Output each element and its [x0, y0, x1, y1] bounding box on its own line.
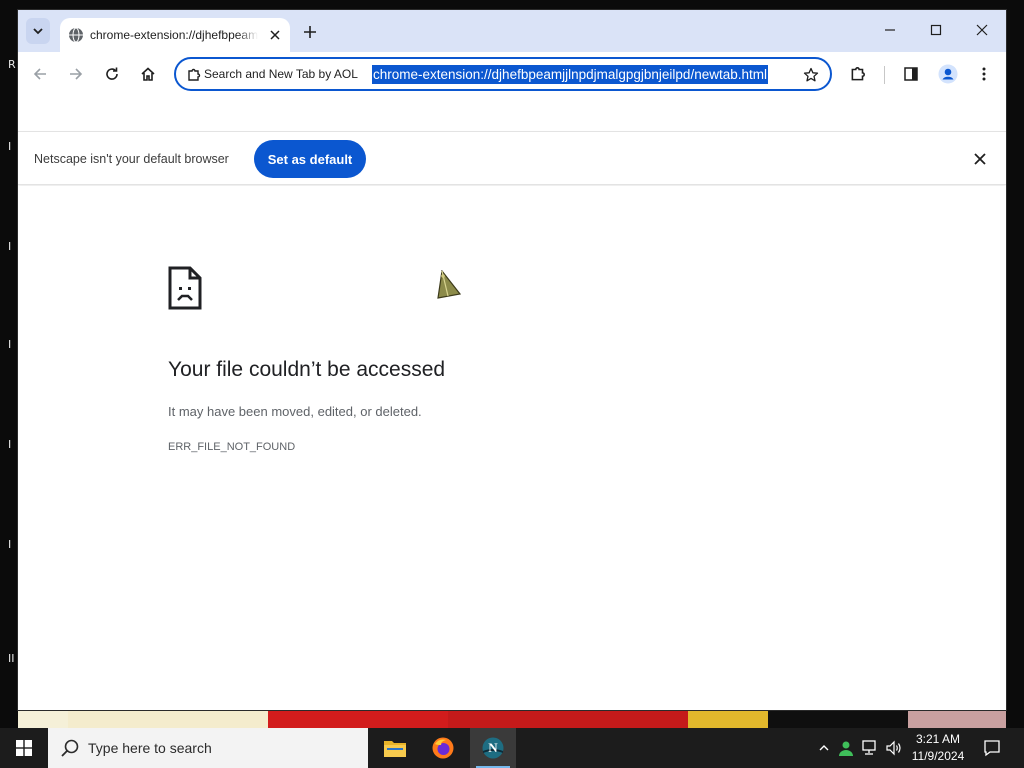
clock-time: 3:21 AM — [915, 732, 961, 746]
extension-chip-label: Search and New Tab by AOL — [204, 67, 358, 81]
desktop-icon[interactable]: I — [8, 140, 11, 153]
clock-date: 11/9/2024 — [911, 749, 965, 763]
cursor-icon — [437, 270, 462, 299]
sad-file-icon — [168, 266, 202, 310]
close-icon — [976, 24, 988, 36]
home-icon — [141, 67, 155, 81]
desktop-icon[interactable]: II — [8, 652, 15, 665]
menu-button[interactable] — [970, 60, 998, 88]
search-icon — [61, 739, 79, 757]
back-button[interactable] — [26, 60, 54, 88]
volume-tray-button[interactable] — [884, 738, 904, 758]
folder-icon — [384, 741, 406, 757]
tab-strip: chrome-extension://djhefbpeamjjlnpdjmalg… — [18, 10, 1006, 52]
taskbar-search-box[interactable]: Type here to search — [48, 728, 368, 768]
netscape-icon: N — [482, 737, 504, 759]
infobar-message: Netscape isn't your default browser — [34, 152, 229, 166]
tab-search-button[interactable] — [26, 18, 50, 44]
close-icon — [974, 153, 986, 165]
url-text[interactable]: chrome-extension://djhefbpeamjjlnpdjmalg… — [372, 65, 768, 84]
tab-title: chrome-extension://djhefbpeamjjlnpdjmalg… — [90, 28, 258, 42]
error-title: Your file couldn’t be accessed — [168, 358, 446, 381]
tab-active[interactable]: chrome-extension://djhefbpeamjjlnpdjmalg… — [60, 18, 290, 52]
desktop-icon[interactable]: I — [8, 338, 11, 351]
tab-close-button[interactable] — [266, 26, 284, 44]
firefox-button[interactable] — [420, 728, 466, 768]
people-tray-button[interactable] — [836, 738, 856, 758]
side-panel-icon — [904, 67, 918, 81]
plus-icon — [304, 26, 316, 38]
chevron-up-icon — [819, 745, 829, 751]
wallpaper — [18, 708, 1006, 730]
desktop-icon[interactable]: R — [8, 58, 16, 71]
network-icon — [862, 740, 876, 755]
infobar-close-button[interactable] — [970, 149, 990, 169]
error-code: ERR_FILE_NOT_FOUND — [168, 441, 296, 453]
home-button[interactable] — [134, 60, 162, 88]
browser-toolbar: Search and New Tab by AOL chrome-extensi… — [18, 52, 1006, 96]
toolbar-divider — [884, 66, 885, 84]
puzzle-icon — [851, 67, 865, 81]
close-icon — [270, 30, 280, 40]
default-browser-infobar: Netscape isn't your default browser Set … — [18, 131, 1006, 185]
address-bar[interactable]: Search and New Tab by AOL chrome-extensi… — [174, 57, 832, 91]
more-vertical-icon — [982, 67, 986, 81]
notifications-button[interactable] — [980, 736, 1004, 760]
search-placeholder: Type here to search — [88, 740, 212, 756]
chevron-down-icon — [33, 28, 43, 35]
avatar-icon — [938, 64, 958, 84]
firefox-icon — [432, 737, 454, 759]
set-as-default-button[interactable]: Set as default — [254, 140, 366, 178]
arrow-left-icon — [33, 68, 46, 80]
bookmark-button[interactable] — [800, 64, 822, 86]
arrow-right-icon — [70, 68, 83, 80]
maximize-icon — [930, 24, 942, 36]
globe-icon — [69, 27, 83, 43]
star-icon — [803, 67, 819, 82]
minimize-icon — [885, 29, 895, 31]
network-tray-button[interactable] — [860, 738, 880, 758]
page-content: Your file couldn’t be accessed It may ha… — [18, 186, 1006, 710]
svg-text:N: N — [488, 740, 498, 755]
browser-window: chrome-extension://djhefbpeamjjlnpdjmalg… — [18, 10, 1006, 710]
desktop-icon[interactable]: I — [8, 240, 11, 253]
close-window-button[interactable] — [962, 16, 1002, 44]
show-hidden-icons-button[interactable] — [814, 738, 834, 758]
side-panel-button[interactable] — [897, 60, 925, 88]
netscape-button[interactable]: N — [470, 728, 516, 768]
desktop-icon[interactable]: I — [8, 438, 11, 451]
windows-logo-icon — [16, 740, 32, 756]
forward-button[interactable] — [62, 60, 90, 88]
reload-icon — [106, 67, 118, 80]
speaker-icon — [886, 740, 901, 756]
maximize-button[interactable] — [916, 16, 956, 44]
taskbar: Type here to search N 3:21 AM 11/9/2024 — [0, 728, 1024, 768]
profile-button[interactable] — [934, 60, 962, 88]
user-icon — [839, 741, 853, 756]
minimize-button[interactable] — [870, 16, 910, 44]
error-description: It may have been moved, edited, or delet… — [168, 404, 422, 419]
new-tab-button[interactable] — [298, 20, 322, 44]
file-explorer-button[interactable] — [372, 728, 418, 768]
desktop-icon[interactable]: I — [8, 538, 11, 551]
extensions-button[interactable] — [844, 60, 872, 88]
notification-icon — [984, 740, 1000, 757]
reload-button[interactable] — [98, 60, 126, 88]
puzzle-icon — [188, 68, 201, 81]
start-button[interactable] — [0, 728, 48, 768]
taskbar-clock[interactable]: 3:21 AM 11/9/2024 — [906, 731, 970, 765]
